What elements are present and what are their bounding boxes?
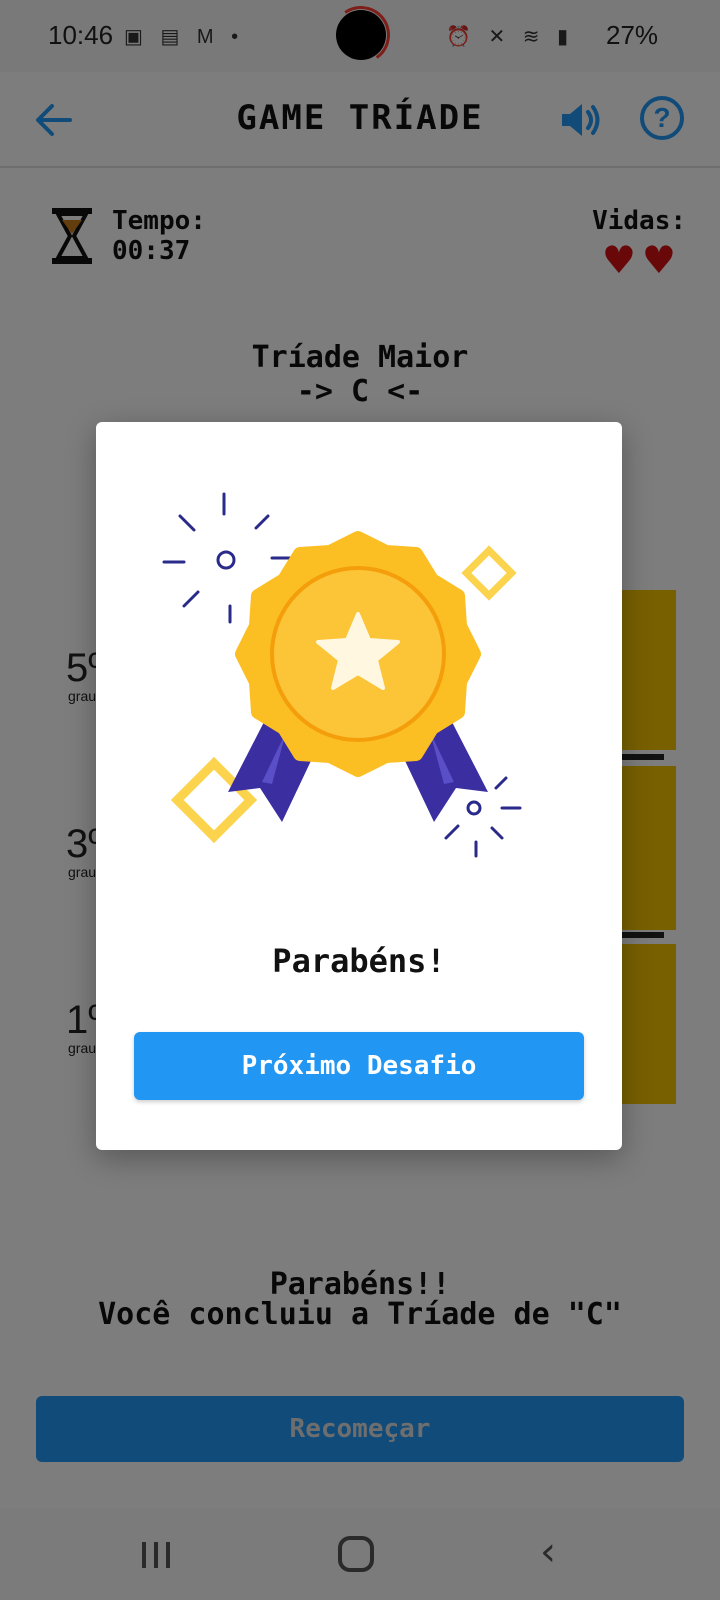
success-dialog: Parabéns! Próximo Desafio [96, 422, 622, 1150]
dialog-title: Parabéns! [272, 942, 446, 980]
next-challenge-button[interactable]: Próximo Desafio [134, 1032, 584, 1100]
medal-star-icon [96, 422, 622, 902]
